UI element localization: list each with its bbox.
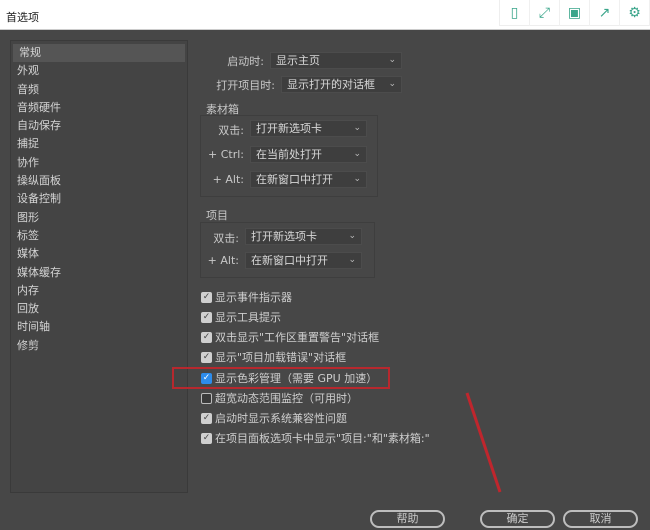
arrow-line [465,392,502,493]
cancel-button[interactable]: 取消 [563,510,638,528]
red-arrow-annotation [465,392,502,493]
ok-button[interactable]: 确定 [480,510,555,528]
help-button[interactable]: 帮助 [370,510,445,528]
